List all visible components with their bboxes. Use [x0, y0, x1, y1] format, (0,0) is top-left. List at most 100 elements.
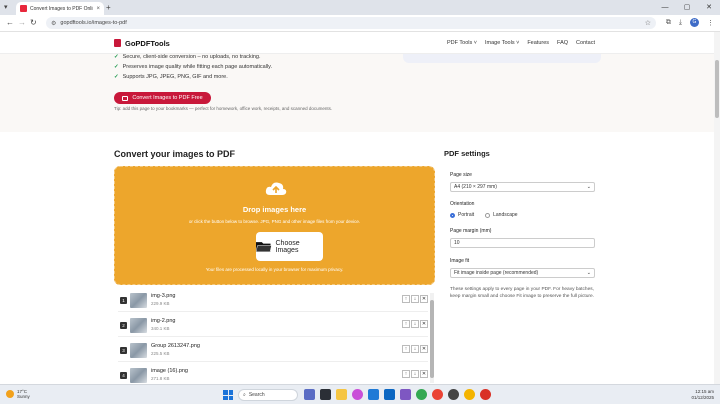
back-icon[interactable]: ← — [6, 18, 14, 27]
file-actions: ↑ ↓ ✕ — [402, 345, 428, 353]
tab-list-icon[interactable]: ▾ — [4, 3, 8, 11]
remove-icon[interactable]: ✕ — [420, 370, 428, 378]
margin-input[interactable]: 10 — [450, 238, 595, 248]
app-icon[interactable] — [448, 389, 459, 400]
image-fit-select[interactable]: Fit image inside page (recommended) ⌄ — [450, 268, 595, 278]
terminal-icon[interactable] — [320, 389, 331, 400]
chrome-icon[interactable] — [416, 389, 427, 400]
url-text: gopdftools.io/images-to-pdf — [60, 20, 127, 26]
address-bar-row: ← → ↻ ⚙ gopdftools.io/images-to-pdf ☆ ⧉ … — [0, 15, 720, 32]
chevron-down-icon: ⌄ — [586, 184, 591, 190]
extensions-icon[interactable]: ⧉ — [666, 19, 671, 27]
folder-icon — [256, 241, 272, 252]
site-logo[interactable]: GoPDFTools — [125, 39, 170, 48]
move-down-icon[interactable]: ↓ — [411, 295, 419, 303]
weather-condition: Sunny — [17, 394, 30, 400]
profile-avatar[interactable]: G — [690, 18, 699, 27]
converter-title: Convert your images to PDF — [114, 149, 236, 159]
close-window-icon[interactable]: ✕ — [698, 0, 720, 15]
store-icon[interactable] — [384, 389, 395, 400]
move-up-icon[interactable]: ↑ — [402, 295, 410, 303]
task-view-icon[interactable] — [304, 389, 315, 400]
choose-images-button[interactable]: Choose Images — [256, 232, 323, 261]
file-explorer-icon[interactable] — [336, 389, 347, 400]
app-icon[interactable] — [432, 389, 443, 400]
url-field[interactable]: ⚙ gopdftools.io/images-to-pdf ☆ — [46, 17, 656, 29]
file-row: 2 img-2.png 340.1 KB ↑ ↓ ✕ — [118, 315, 428, 337]
file-thumbnail — [130, 368, 147, 383]
nav-features[interactable]: Features — [527, 40, 549, 46]
edge-icon[interactable] — [368, 389, 379, 400]
downloads-icon[interactable]: ⤓ — [679, 19, 682, 27]
site-header: GoPDFTools PDF Tools ˅ Image Tools ˅ Fea… — [0, 32, 716, 54]
page-size-value: A4 (210 × 297 mm) — [454, 184, 497, 190]
portrait-label[interactable]: Portrait — [458, 212, 474, 218]
file-thumbnail — [130, 293, 147, 308]
portrait-radio[interactable] — [450, 212, 455, 218]
browser-toolbar: ⧉ ⤓ G ⋮ — [666, 18, 714, 27]
minimize-icon[interactable]: — — [654, 0, 676, 15]
start-icon[interactable] — [223, 390, 233, 400]
site-info-icon[interactable]: ⚙ — [51, 20, 56, 27]
margin-value: 10 — [454, 240, 460, 246]
file-index: 4 — [120, 372, 127, 379]
browser-tab[interactable]: Convert Images to PDF Online × — [16, 2, 104, 15]
app-icon[interactable] — [352, 389, 363, 400]
file-row: 3 Group 2613247.png 225.5 KB ↑ ↓ ✕ — [118, 340, 428, 362]
page-scroll-thumb[interactable] — [715, 60, 719, 118]
feature-item: ✓ Supports JPG, JPEG, PNG, GIF and more. — [114, 74, 228, 80]
nav-pdf-tools[interactable]: PDF Tools ˅ — [447, 40, 477, 46]
file-list: 1 img-3.png 229.9 KB ↑ ↓ ✕ 2 img-2.png 3… — [114, 290, 435, 385]
nav-image-tools[interactable]: Image Tools ˅ — [485, 40, 519, 46]
page-size-select[interactable]: A4 (210 × 297 mm) ⌄ — [450, 182, 595, 192]
remove-icon[interactable]: ✕ — [420, 295, 428, 303]
menu-icon[interactable]: ⋮ — [707, 19, 714, 27]
move-down-icon[interactable]: ↓ — [411, 370, 419, 378]
nav-faq[interactable]: FAQ — [557, 40, 568, 46]
landscape-radio[interactable] — [485, 212, 491, 218]
tab-title: Convert Images to PDF Online — [30, 5, 94, 12]
landscape-label[interactable]: Landscape — [493, 212, 517, 218]
move-down-icon[interactable]: ↓ — [411, 320, 419, 328]
move-down-icon[interactable]: ↓ — [411, 345, 419, 353]
tab-close-icon[interactable]: × — [96, 6, 100, 12]
browser-tab-bar: ▾ Convert Images to PDF Online × + — ▢ ✕ — [0, 0, 720, 15]
reload-icon[interactable]: ↻ — [30, 18, 37, 27]
move-up-icon[interactable]: ↑ — [402, 370, 410, 378]
maximize-icon[interactable]: ▢ — [676, 0, 698, 15]
drop-subtitle: or click the button below to browse. JPG… — [188, 219, 361, 224]
image-icon — [122, 95, 129, 101]
upload-cloud-icon — [265, 182, 287, 195]
fit-label: Image fit — [450, 258, 470, 264]
file-index: 1 — [120, 297, 127, 304]
app-icon[interactable] — [400, 389, 411, 400]
taskbar-search[interactable]: ⌕ Search — [238, 389, 298, 401]
drop-zone[interactable]: Drop images here or click the button bel… — [114, 166, 435, 285]
chevron-down-icon: ⌄ — [586, 270, 591, 276]
new-tab-icon[interactable]: + — [106, 3, 111, 12]
feature-text: Supports JPG, JPEG, PNG, GIF and more. — [122, 74, 228, 80]
move-up-icon[interactable]: ↑ — [402, 320, 410, 328]
convert-cta-button[interactable]: Convert Images to PDF Free — [114, 92, 211, 104]
window-controls: — ▢ ✕ — [654, 0, 720, 15]
system-clock[interactable]: 12:15 am 01/12/2025 — [691, 389, 714, 401]
file-list-scroll-thumb[interactable] — [430, 300, 434, 378]
app-icon[interactable] — [464, 389, 475, 400]
weather-widget[interactable]: 17°C Sunny — [6, 389, 30, 400]
clock-time: 12:15 am — [695, 389, 714, 394]
bookmark-star-icon[interactable]: ☆ — [645, 19, 651, 27]
remove-icon[interactable]: ✕ — [420, 345, 428, 353]
file-name: img-2.png — [151, 318, 176, 324]
forward-icon[interactable]: → — [18, 18, 26, 27]
nav-contact[interactable]: Contact — [576, 40, 595, 46]
site-nav: PDF Tools ˅ Image Tools ˅ Features FAQ C… — [447, 40, 595, 46]
file-actions: ↑ ↓ ✕ — [402, 370, 428, 378]
remove-icon[interactable]: ✕ — [420, 320, 428, 328]
image-fit-value: Fit image inside page (recommended) — [454, 270, 539, 276]
hero-section — [0, 54, 716, 132]
sun-icon — [6, 390, 14, 399]
move-up-icon[interactable]: ↑ — [402, 345, 410, 353]
file-size: 271.8 KB — [151, 376, 170, 381]
app-icon[interactable] — [480, 389, 491, 400]
settings-title: PDF settings — [444, 149, 490, 158]
